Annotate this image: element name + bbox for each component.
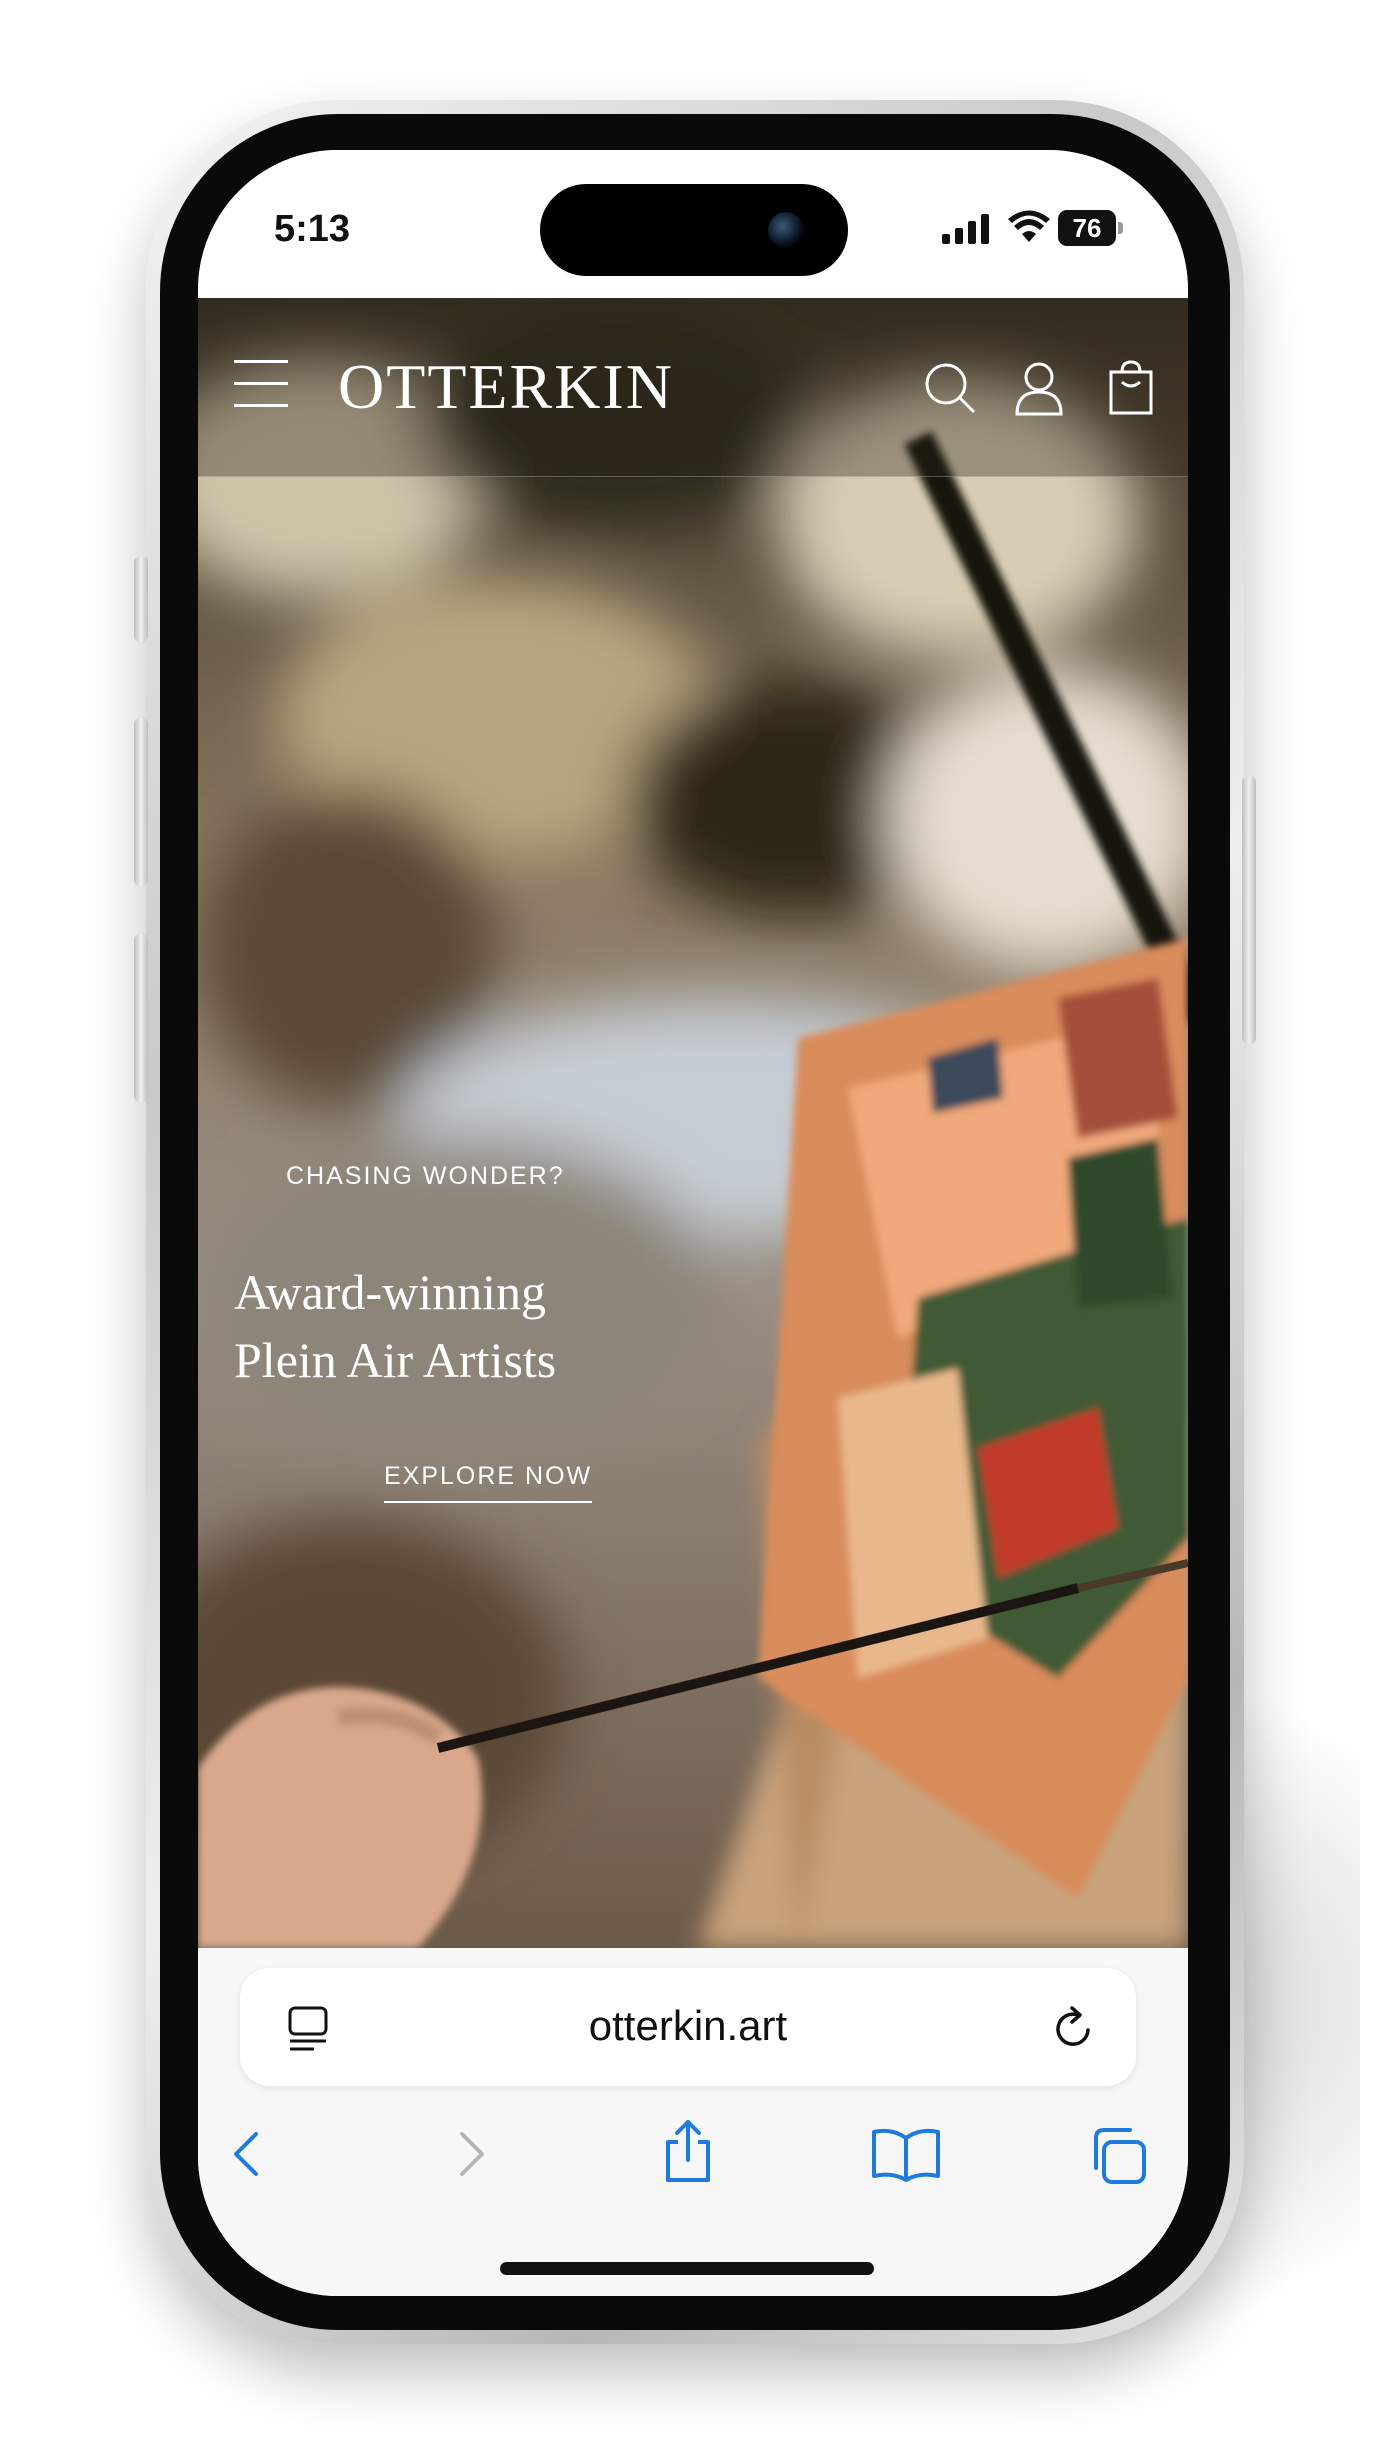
action-button <box>134 556 148 642</box>
front-camera <box>768 212 804 248</box>
volume-down-button <box>134 934 148 1102</box>
hero-content: CHASING WONDER? Award-winning Plein Air … <box>198 298 1188 1948</box>
forward-icon[interactable] <box>438 2124 498 2184</box>
hero-banner: OTTERKIN CHASING WONDER? Award-winning P… <box>198 298 1188 1948</box>
wifi-icon <box>1008 210 1050 242</box>
bookmarks-icon[interactable] <box>870 2124 942 2184</box>
address-bar[interactable]: otterkin.art <box>240 1968 1136 2086</box>
url-text[interactable]: otterkin.art <box>240 2002 1136 2050</box>
hero-eyebrow: CHASING WONDER? <box>286 1162 565 1190</box>
hero-headline: Award-winning Plein Air Artists <box>234 1264 557 1388</box>
status-bar: 5:13 76 <box>198 150 1188 298</box>
share-icon[interactable] <box>658 2118 718 2184</box>
back-icon[interactable] <box>220 2124 280 2184</box>
volume-up-button <box>134 718 148 886</box>
battery-cap <box>1118 222 1123 234</box>
reload-icon[interactable] <box>1050 2004 1098 2052</box>
dynamic-island <box>540 184 848 276</box>
status-time: 5:13 <box>274 208 351 250</box>
tabs-icon[interactable] <box>1086 2124 1150 2188</box>
phone-screen: 5:13 76 OTTERKIN CHASING WONDER? Award-w… <box>198 150 1188 2296</box>
explore-now-link[interactable]: EXPLORE NOW <box>384 1462 593 1503</box>
cellular-signal-icon <box>942 214 989 244</box>
home-indicator[interactable] <box>500 2262 874 2275</box>
power-button <box>1242 776 1256 1044</box>
battery-icon: 76 <box>1058 210 1116 246</box>
browser-chrome: otterkin.art <box>198 1948 1188 2296</box>
